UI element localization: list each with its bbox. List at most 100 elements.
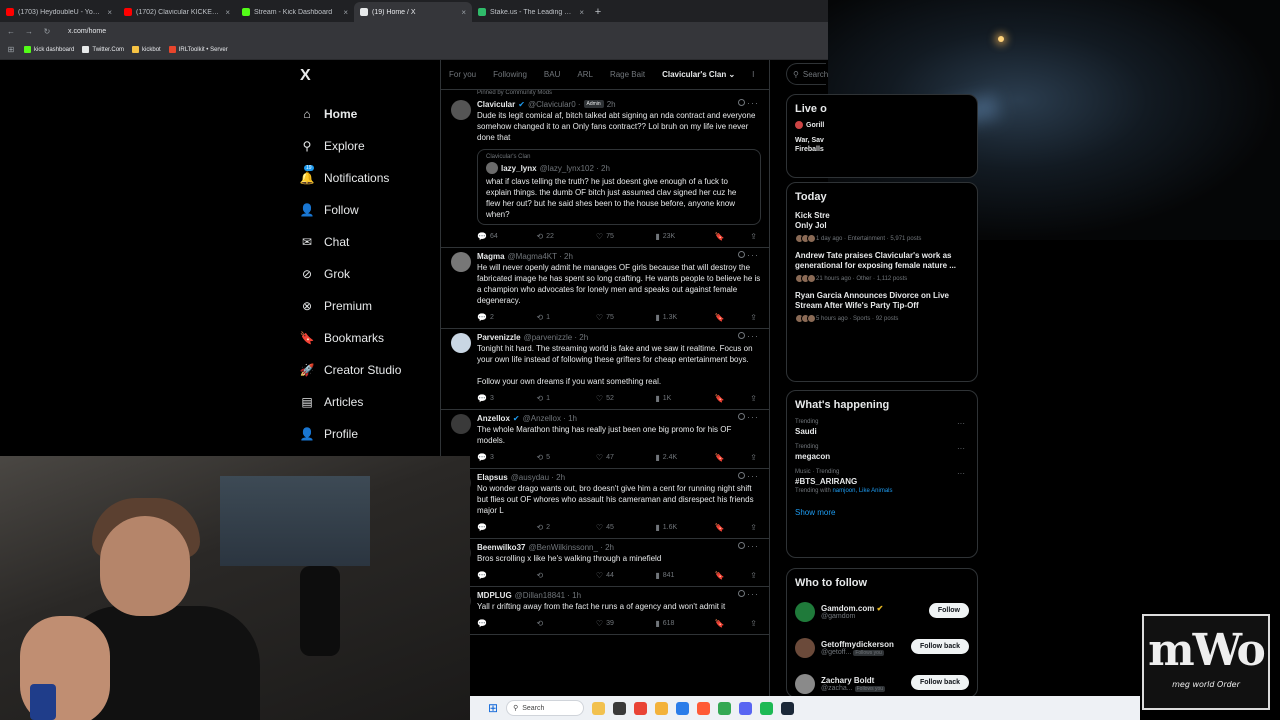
taskbar-app-icon[interactable] — [676, 701, 690, 715]
post[interactable]: Clavicular ✔ @Clavicular0 · Admin 2h ··· Dude … — [441, 96, 769, 248]
nav-item-creator-studio[interactable]: 🚀 Creator Studio — [300, 354, 402, 386]
tab-close-icon[interactable]: × — [343, 8, 348, 17]
views-button[interactable]: ▮ 1K — [655, 394, 689, 403]
reply-button[interactable]: 💬 — [477, 619, 511, 628]
post[interactable]: Beenwilko37 @BenWilkinssonn_ · 2h ··· Bros … — [441, 539, 769, 587]
like-button[interactable]: ♡ 75 — [596, 313, 630, 322]
nav-item-premium[interactable]: ⊗ Premium — [300, 290, 401, 322]
nav-item-chat[interactable]: ✉ Chat — [300, 226, 401, 258]
post-author-name[interactable]: Anzellox — [477, 414, 510, 423]
browser-tab[interactable]: (1703) HeydoubleU - YouTube × — [0, 2, 118, 22]
views-button[interactable]: ▮ 23K — [655, 232, 689, 241]
views-button[interactable]: ▮ 618 — [655, 619, 689, 628]
more-icon[interactable]: ··· — [747, 412, 759, 422]
bookmark-item[interactable]: kick dashboard — [24, 46, 74, 53]
trend-item[interactable]: Trending Saudi ··· — [795, 419, 969, 436]
new-tab-icon[interactable]: + — [590, 2, 606, 22]
taskbar-search[interactable]: ⚲ Search — [506, 700, 585, 716]
follow-avatar[interactable] — [795, 602, 815, 622]
today-item[interactable]: Ryan Garcia Announces Divorce on Live St… — [795, 291, 969, 323]
post[interactable]: Anzellox ✔ @Anzellox · 1h ··· The whole Mara… — [441, 410, 769, 469]
bookmark-item[interactable]: Twitter.Com — [82, 46, 124, 53]
more-icon[interactable]: ··· — [957, 444, 965, 453]
timeline-tab[interactable]: For you — [449, 70, 485, 79]
more-icon[interactable]: ··· — [747, 250, 759, 260]
share-icon[interactable]: ⇪ — [750, 453, 757, 462]
taskbar-app-icon[interactable] — [760, 701, 774, 715]
reload-icon[interactable]: ↻ — [42, 27, 52, 36]
taskbar-app-icon[interactable] — [697, 701, 711, 715]
like-button[interactable]: ♡ 44 — [596, 571, 630, 580]
repost-button[interactable]: ⟲ 22 — [536, 232, 570, 241]
grok-icon[interactable] — [738, 472, 745, 479]
follow-button[interactable]: Follow back — [910, 639, 969, 654]
quoted-post[interactable]: Clavicular's Clan lazy_lynx @lazy_lynx102 … — [477, 149, 761, 225]
bookmark-icon[interactable]: 🔖 — [715, 619, 725, 628]
browser-tab[interactable]: (1702) Clavicular KICKED OUT × — [118, 2, 236, 22]
timeline-tab[interactable]: Following — [493, 70, 536, 79]
follow-avatar[interactable] — [795, 674, 815, 694]
bookmark-icon[interactable]: 🔖 — [715, 571, 725, 580]
post[interactable]: Magma @Magma4KT · 2h ··· He will never open… — [441, 248, 769, 329]
timeline-tab[interactable]: Clavicular's Clan ⌄ — [662, 70, 744, 79]
trend-with-links[interactable]: namjoon, Like Animals — [832, 488, 892, 494]
today-item[interactable]: Kick Stre Only Jol 1 day ago · Entertainm… — [795, 211, 969, 243]
bookmark-item[interactable]: kickbot — [132, 46, 161, 53]
nav-item-articles[interactable]: ▤ Articles — [300, 386, 401, 418]
like-button[interactable]: ♡ 47 — [596, 453, 630, 462]
post-author-name[interactable]: MDPLUG — [477, 591, 512, 600]
grok-icon[interactable] — [738, 590, 745, 597]
post-author-name[interactable]: Magma — [477, 252, 505, 261]
timeline-tab[interactable]: ARL — [577, 70, 602, 79]
x-logo[interactable]: X — [300, 67, 311, 85]
taskbar-app-icon[interactable] — [781, 701, 795, 715]
browser-tab[interactable]: Stake.us - The Leading Social C× — [472, 2, 590, 22]
taskbar-app-icon[interactable] — [634, 701, 648, 715]
more-icon[interactable]: ··· — [747, 331, 759, 341]
post-avatar[interactable] — [451, 333, 471, 353]
post-author-name[interactable]: Parvenizzle — [477, 333, 521, 342]
nav-item-grok[interactable]: ⊘ Grok — [300, 258, 401, 290]
grok-icon[interactable] — [738, 332, 745, 339]
views-button[interactable]: ▮ 1.6K — [655, 523, 689, 532]
today-item[interactable]: Andrew Tate praises Clavicular's work as… — [795, 251, 969, 283]
repost-button[interactable]: ⟲ — [536, 571, 570, 580]
post[interactable]: Parvenizzle @parvenizzle · 2h ··· Tonight h… — [441, 329, 769, 410]
follow-button[interactable]: Follow — [928, 603, 969, 618]
nav-item-notifications[interactable]: 🔔 19 Notifications — [300, 162, 401, 194]
share-icon[interactable]: ⇪ — [750, 523, 757, 532]
more-icon[interactable]: ··· — [747, 589, 759, 599]
windows-start-icon[interactable]: ⊞ — [488, 701, 498, 715]
post[interactable]: Elapsus @ausydau · 2h ··· No wonder drago w… — [441, 469, 769, 539]
post-avatar[interactable] — [451, 414, 471, 434]
taskbar-app-icon[interactable] — [613, 701, 627, 715]
grok-icon[interactable] — [738, 413, 745, 420]
post-avatar[interactable] — [451, 100, 471, 120]
post-author-name[interactable]: Beenwilko37 — [477, 543, 525, 552]
browser-tab[interactable]: (19) Home / X × — [354, 2, 472, 22]
taskbar-app-icon[interactable] — [655, 701, 669, 715]
bookmark-icon[interactable]: 🔖 — [715, 453, 725, 462]
trend-item[interactable]: Music · Trending #BTS_ARIRANG Trending wit… — [795, 469, 969, 494]
more-icon[interactable]: ··· — [747, 98, 759, 108]
post-author-name[interactable]: Clavicular — [477, 100, 515, 109]
share-icon[interactable]: ⇪ — [750, 571, 757, 580]
views-button[interactable]: ▮ 2.4K — [655, 453, 689, 462]
tab-close-icon[interactable]: × — [107, 8, 112, 17]
follow-suggestion[interactable]: Zachary Boldt @zacha... Follows you Follow … — [795, 671, 969, 697]
repost-button[interactable]: ⟲ 1 — [536, 394, 570, 403]
timeline-tab[interactable]: BAU — [544, 70, 569, 79]
apps-icon[interactable]: ⊞ — [6, 45, 16, 54]
grok-icon[interactable] — [738, 542, 745, 549]
share-icon[interactable]: ⇪ — [750, 394, 757, 403]
trend-item[interactable]: Trending megacon ··· — [795, 444, 969, 461]
bookmark-icon[interactable]: 🔖 — [715, 313, 725, 322]
reply-button[interactable]: 💬 3 — [477, 394, 511, 403]
show-more-link[interactable]: Show more — [795, 508, 969, 517]
taskbar-app-icon[interactable] — [739, 701, 753, 715]
nav-item-profile[interactable]: 👤 Profile — [300, 418, 401, 450]
tab-close-icon[interactable]: × — [225, 8, 230, 17]
taskbar-app-icon[interactable] — [718, 701, 732, 715]
reply-button[interactable]: 💬 3 — [477, 453, 511, 462]
bookmark-item[interactable]: IRLToolkit • Server — [168, 46, 228, 53]
